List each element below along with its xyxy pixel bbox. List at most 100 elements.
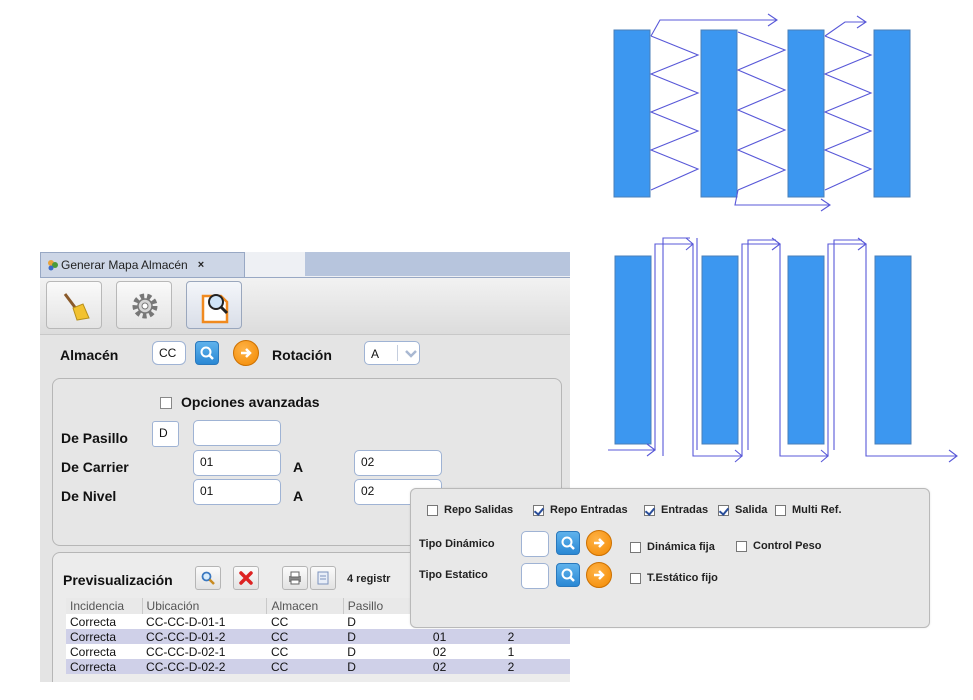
- table-cell: CC: [266, 659, 344, 674]
- pasillo-from-field[interactable]: D: [152, 421, 179, 447]
- tab-generar-mapa[interactable]: Generar Mapa Almacén ×: [40, 252, 245, 277]
- rotacion-select[interactable]: A: [364, 341, 420, 365]
- pasillo-to-field[interactable]: [193, 420, 281, 446]
- table-cell: Correcta: [66, 644, 143, 659]
- almacen-go-button[interactable]: [233, 340, 259, 366]
- rack-3: [787, 29, 825, 198]
- broom-icon: [63, 293, 90, 321]
- tipo-dinamico-search-button[interactable]: [556, 531, 580, 555]
- repo-salidas-checkbox[interactable]: [427, 505, 438, 516]
- rack-2: [701, 255, 739, 445]
- tab-strip-filler: [305, 252, 570, 276]
- dinamica-fija-label: Dinámica fija: [647, 541, 715, 553]
- table-cell: Correcta: [66, 659, 143, 674]
- column-ubicacion[interactable]: Ubicación: [142, 598, 268, 614]
- nivel-from-field[interactable]: 01: [193, 479, 281, 505]
- preview-print-button[interactable]: [282, 566, 308, 590]
- preview-icon: [201, 294, 229, 324]
- salida-checkbox[interactable]: [718, 505, 729, 516]
- search-icon: [200, 346, 214, 360]
- advanced-options-label: Opciones avanzadas: [181, 394, 320, 410]
- search-icon: [561, 568, 575, 582]
- table-cell: CC: [266, 629, 344, 644]
- close-icon[interactable]: ×: [198, 259, 204, 271]
- search-icon: [561, 536, 575, 550]
- zigzag-route-diagram: [613, 13, 911, 212]
- second-route: [662, 237, 690, 456]
- tipo-dinamico-go-button[interactable]: [586, 530, 612, 556]
- carrier-label: De Carrier: [61, 459, 129, 475]
- second-route: [833, 239, 862, 450]
- estatico-fijo-checkbox[interactable]: [630, 573, 641, 584]
- preview-button[interactable]: [186, 281, 242, 329]
- table-cell: 2: [503, 659, 570, 674]
- table-cell: CC-CC-D-01-1: [142, 614, 267, 629]
- top-connector-2: [824, 21, 866, 37]
- salida-label: Salida: [735, 504, 768, 516]
- table-cell: 1: [503, 644, 570, 659]
- clear-button[interactable]: [46, 281, 102, 329]
- table-cell: CC: [266, 614, 344, 629]
- record-count: 4 registr: [347, 573, 391, 585]
- multi-ref-label: Multi Ref.: [792, 504, 842, 516]
- chevron-down-icon: [405, 350, 417, 358]
- table-cell: 01: [428, 629, 504, 644]
- second-route: [747, 239, 776, 450]
- table-cell: D: [343, 644, 429, 659]
- rack-1: [614, 255, 652, 445]
- select-divider: [397, 345, 398, 361]
- repo-entradas-checkbox[interactable]: [533, 505, 544, 516]
- tipo-estatico-search-button[interactable]: [556, 563, 580, 587]
- toolbar: [40, 278, 570, 335]
- magnifier-icon: [201, 571, 215, 585]
- almacen-search-button[interactable]: [195, 341, 219, 365]
- table-cell: Correcta: [66, 614, 143, 629]
- table-cell: D: [343, 629, 429, 644]
- control-peso-checkbox[interactable]: [736, 541, 747, 552]
- control-peso-label: Control Peso: [753, 540, 822, 552]
- rack-1: [613, 29, 651, 198]
- column-almacen[interactable]: Almacen: [266, 598, 344, 614]
- preview-export-button[interactable]: [310, 566, 336, 590]
- nivel-separator: A: [293, 488, 304, 504]
- rack-4: [873, 29, 911, 198]
- nivel-label: De Nivel: [61, 488, 117, 504]
- pasillo-label: De Pasillo: [61, 430, 128, 446]
- arrow-right-icon: [594, 538, 605, 548]
- advanced-options-checkbox[interactable]: [160, 397, 172, 409]
- multi-ref-checkbox[interactable]: [775, 505, 786, 516]
- serpentine-route-diagram: [608, 237, 958, 463]
- delete-icon: [239, 571, 253, 585]
- carrier-separator: A: [293, 459, 304, 475]
- table-cell: D: [343, 659, 429, 674]
- carrier-from-field[interactable]: 01: [193, 450, 281, 476]
- tipo-estatico-go-button[interactable]: [586, 562, 612, 588]
- zigzag-aisle-2: [736, 31, 787, 191]
- settings-button[interactable]: [116, 281, 172, 329]
- dinamica-fija-checkbox[interactable]: [630, 542, 641, 553]
- tab-title: Generar Mapa Almacén: [61, 258, 188, 272]
- preview-search-button[interactable]: [195, 566, 221, 590]
- table-row[interactable]: Correcta CC-CC-D-02-2 CC D 02 2: [66, 659, 570, 674]
- table-cell: 02: [428, 659, 504, 674]
- table-row[interactable]: Correcta CC-CC-D-02-1 CC D 02 1: [66, 644, 570, 659]
- tipo-estatico-field[interactable]: [521, 563, 549, 589]
- column-incidencia[interactable]: Incidencia: [66, 598, 143, 614]
- preview-delete-button[interactable]: [233, 566, 259, 590]
- almacen-field[interactable]: CC: [152, 341, 186, 365]
- entradas-label: Entradas: [661, 504, 709, 516]
- table-row[interactable]: Correcta CC-CC-D-01-2 CC D 01 2: [66, 629, 570, 644]
- arrow-right-icon: [594, 570, 605, 580]
- estatico-fijo-label: T.Estático fijo: [647, 572, 718, 584]
- document-icon: [317, 571, 329, 585]
- advanced-options-panel: Repo Salidas Repo Entradas Entradas Sali…: [410, 488, 930, 628]
- arrow-right-icon: [241, 348, 252, 358]
- entradas-checkbox[interactable]: [644, 505, 655, 516]
- rack-2: [700, 29, 738, 198]
- tipo-dinamico-field[interactable]: [521, 531, 549, 557]
- tab-strip: Generar Mapa Almacén ×: [40, 252, 570, 278]
- printer-icon: [289, 571, 301, 585]
- carrier-to-field[interactable]: 02: [354, 450, 442, 476]
- table-cell: CC-CC-D-01-2: [142, 629, 267, 644]
- rack-3: [787, 255, 825, 445]
